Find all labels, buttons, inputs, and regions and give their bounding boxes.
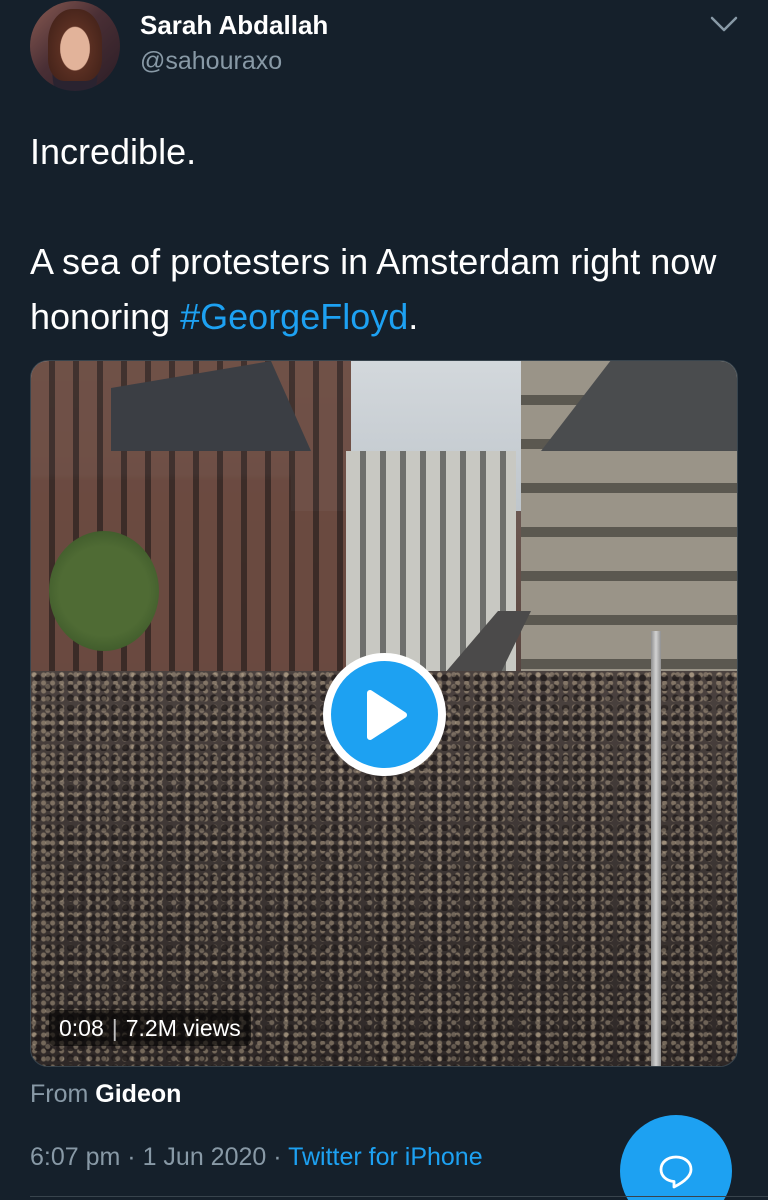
tweet-meta: 6:07 pm · 1 Jun 2020 · Twitter for iPhon… — [30, 1143, 483, 1172]
from-label: From — [30, 1080, 89, 1108]
author-display-name[interactable]: Sarah Abdallah — [140, 10, 328, 41]
video-view-count: 7.2M views — [125, 1014, 241, 1041]
play-button-inner[interactable] — [331, 661, 438, 768]
play-icon — [366, 689, 407, 740]
avatar-portrait — [48, 9, 102, 81]
tweet-time: 6:07 pm — [30, 1143, 121, 1171]
meta-separator: · — [127, 1143, 136, 1171]
meta-separator: · — [273, 1143, 282, 1171]
hashtag-link[interactable]: #GeorgeFloyd — [180, 296, 408, 337]
tweet-text: Incredible. A sea of protesters in Amste… — [30, 124, 750, 344]
video-frame-tree — [49, 531, 159, 651]
from-account-link[interactable]: Gideon — [95, 1080, 181, 1108]
avatar[interactable] — [30, 1, 120, 91]
video-attribution: From Gideon — [30, 1080, 181, 1109]
tweet-source-link[interactable]: Twitter for iPhone — [288, 1143, 483, 1171]
chevron-down-icon[interactable] — [708, 12, 740, 36]
tweet-line-2-end: . — [408, 296, 419, 337]
tweet-date: 1 Jun 2020 — [142, 1143, 267, 1171]
divider — [30, 1196, 768, 1197]
tweet-line-2: A sea of protesters in Amsterdam right n… — [30, 234, 750, 344]
play-button[interactable] — [323, 653, 446, 776]
video-info-badge: 0:08 | 7.2M views — [49, 1010, 251, 1046]
video-player[interactable]: 0:08 | 7.2M views — [30, 360, 738, 1067]
tweet-line-1: Incredible. — [30, 131, 197, 172]
video-elapsed-time: 0:08 — [59, 1014, 104, 1041]
author-handle[interactable]: @sahouraxo — [140, 47, 282, 76]
reply-bubble-icon — [659, 1155, 693, 1189]
reply-fab-button[interactable] — [620, 1115, 732, 1200]
video-frame-lamp-post — [651, 631, 661, 1066]
video-info-separator: | — [111, 1014, 118, 1041]
